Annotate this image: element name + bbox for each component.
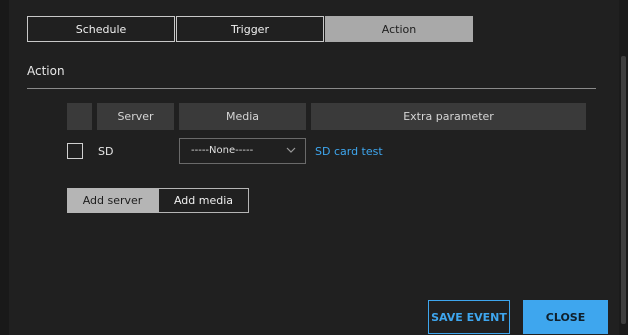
row-checkbox-sd[interactable] (67, 143, 83, 159)
add-button-group: Add server Add media (67, 188, 249, 213)
server-name-sd: SD (98, 145, 114, 158)
extra-parameter-link[interactable]: SD card test (315, 145, 383, 158)
tab-action[interactable]: Action (325, 16, 473, 42)
media-select[interactable]: -----None----- (179, 138, 306, 164)
scrollbar-thumb[interactable] (621, 56, 626, 324)
header-media: Media (179, 103, 306, 130)
add-server-button[interactable]: Add server (67, 188, 158, 213)
event-dialog: Schedule Trigger Action Action Server Me… (0, 0, 628, 335)
tab-bar: Schedule Trigger Action (27, 16, 474, 42)
add-media-button[interactable]: Add media (158, 188, 249, 213)
chevron-down-icon (286, 147, 296, 153)
section-title: Action (27, 64, 65, 78)
media-select-value: -----None----- (191, 145, 254, 156)
header-select-column (67, 103, 92, 130)
close-button[interactable]: CLOSE (523, 300, 608, 334)
tab-schedule[interactable]: Schedule (27, 16, 175, 42)
header-server: Server (97, 103, 174, 130)
header-extra-parameter: Extra parameter (311, 103, 586, 130)
section-divider (27, 88, 596, 89)
tab-trigger[interactable]: Trigger (176, 16, 324, 42)
vertical-scrollbar[interactable] (619, 0, 628, 335)
left-edge (0, 0, 9, 335)
save-event-button[interactable]: SAVE EVENT (428, 300, 510, 334)
